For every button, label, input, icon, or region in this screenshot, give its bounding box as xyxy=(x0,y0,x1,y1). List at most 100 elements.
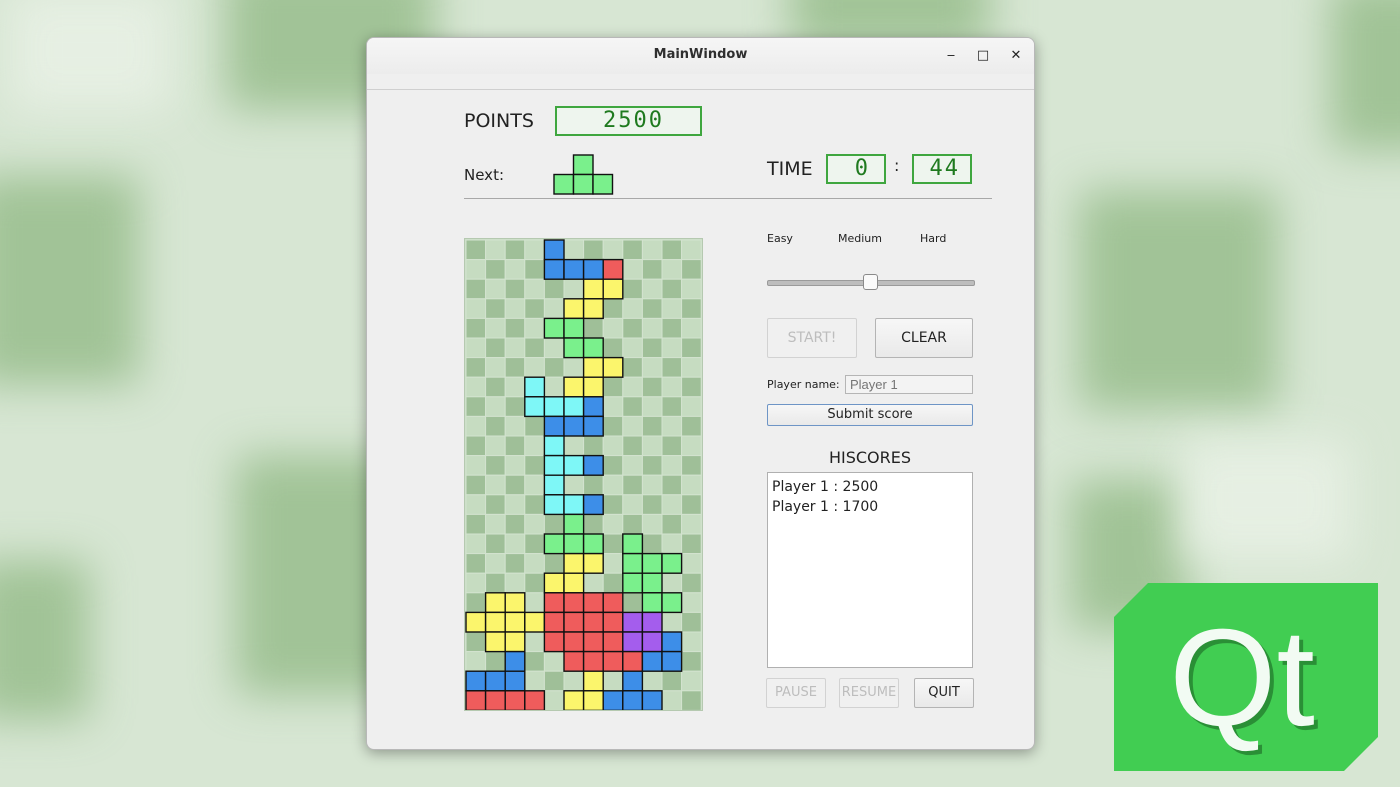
board-cell-empty xyxy=(661,239,683,261)
board-cell-empty xyxy=(485,239,506,261)
board-block xyxy=(563,298,585,320)
pause-button[interactable]: PAUSE xyxy=(766,678,826,708)
board-block xyxy=(543,611,565,633)
board-cell-empty xyxy=(661,474,683,496)
board-block xyxy=(465,690,487,710)
board-cell-empty xyxy=(681,494,702,515)
board-cell-empty xyxy=(524,533,545,555)
board-cell-empty xyxy=(583,317,604,339)
board-cell-empty xyxy=(465,651,487,672)
board-cell-empty xyxy=(543,376,565,398)
next-piece-block xyxy=(592,173,614,195)
board-block xyxy=(563,690,585,710)
board-cell-empty xyxy=(583,474,604,496)
board-cell-empty xyxy=(661,298,683,319)
board-cell-empty xyxy=(465,474,487,496)
resume-button[interactable]: RESUME xyxy=(839,678,899,708)
board-cell-empty xyxy=(602,239,624,261)
board-block xyxy=(582,356,604,378)
board-block xyxy=(524,690,546,710)
board-block xyxy=(582,278,604,300)
board-block xyxy=(602,611,624,633)
board-block xyxy=(543,572,565,594)
board-block xyxy=(484,631,506,653)
board-cell-empty xyxy=(485,259,506,280)
board-cell-empty xyxy=(504,494,526,515)
board-cell-empty xyxy=(504,396,526,417)
submit-score-button[interactable]: Submit score xyxy=(767,404,973,426)
hiscore-item[interactable]: Player 1 : 1700 xyxy=(772,497,972,517)
board-block xyxy=(543,592,565,614)
board-cell-empty xyxy=(524,455,545,476)
board-block xyxy=(641,650,663,672)
board-block xyxy=(661,552,683,574)
hiscores-list[interactable]: Player 1 : 2500 Player 1 : 1700 xyxy=(767,472,973,668)
board-cell-empty xyxy=(661,317,683,339)
quit-button[interactable]: QUIT xyxy=(914,678,974,708)
board-cell-empty xyxy=(504,239,526,261)
board-cell-empty xyxy=(681,670,702,692)
board-cell-empty xyxy=(465,533,487,555)
board-block xyxy=(602,258,624,280)
board-cell-empty xyxy=(524,553,545,574)
board-block xyxy=(641,631,663,653)
board-cell-empty xyxy=(681,690,702,710)
board-block xyxy=(582,631,604,653)
hiscore-item[interactable]: Player 1 : 2500 xyxy=(772,477,972,497)
board-block xyxy=(582,494,604,516)
board-cell-empty xyxy=(681,317,702,339)
board-cell-empty xyxy=(661,572,683,594)
board-block xyxy=(543,317,565,339)
board-cell-empty xyxy=(661,396,683,417)
board-cell-empty xyxy=(641,317,663,339)
board-block xyxy=(543,494,565,516)
board-cell-empty xyxy=(641,415,663,437)
board-block xyxy=(622,670,644,692)
board-block xyxy=(582,611,604,633)
board-cell-empty xyxy=(524,474,545,496)
clear-button[interactable]: CLEAR xyxy=(875,318,973,358)
board-cell-empty xyxy=(661,376,683,398)
board-cell-empty xyxy=(465,278,487,300)
board-cell-empty xyxy=(661,278,683,300)
board-cell-empty xyxy=(524,435,545,457)
start-button[interactable]: START! xyxy=(767,318,857,358)
minimize-icon[interactable]: ‒ xyxy=(941,46,961,66)
game-board[interactable] xyxy=(464,238,703,711)
board-cell-empty xyxy=(504,513,526,535)
board-block xyxy=(504,631,526,653)
board-cell-empty xyxy=(622,357,643,378)
difficulty-medium-label: Medium xyxy=(838,232,882,245)
close-icon[interactable]: ✕ xyxy=(1006,46,1026,66)
board-cell-empty xyxy=(622,376,643,398)
board-cell-empty xyxy=(543,651,565,672)
board-cell-empty xyxy=(661,670,683,692)
board-cell-empty xyxy=(504,435,526,457)
difficulty-slider-handle[interactable] xyxy=(863,274,878,290)
board-block xyxy=(563,376,585,398)
board-cell-empty xyxy=(681,572,702,594)
maximize-icon[interactable]: □ xyxy=(973,46,993,66)
board-cell-empty xyxy=(465,396,487,417)
board-block xyxy=(504,650,526,672)
board-block xyxy=(563,611,585,633)
player-name-input[interactable] xyxy=(845,375,973,394)
board-cell-empty xyxy=(465,592,487,613)
board-cell-empty xyxy=(583,513,604,535)
board-block xyxy=(602,592,624,614)
board-cell-empty xyxy=(524,415,545,437)
board-cell-empty xyxy=(465,415,487,437)
board-cell-empty xyxy=(485,533,506,555)
board-cell-empty xyxy=(524,298,545,319)
board-cell-empty xyxy=(641,494,663,515)
board-cell-empty xyxy=(485,396,506,417)
board-cell-empty xyxy=(524,651,545,672)
board-cell-empty xyxy=(543,553,565,574)
board-block xyxy=(563,572,585,594)
board-block xyxy=(622,650,644,672)
board-cell-empty xyxy=(681,553,702,574)
board-cell-empty xyxy=(524,337,545,359)
board-cell-empty xyxy=(622,474,643,496)
board-cell-empty xyxy=(563,278,585,300)
board-cell-empty xyxy=(583,239,604,261)
